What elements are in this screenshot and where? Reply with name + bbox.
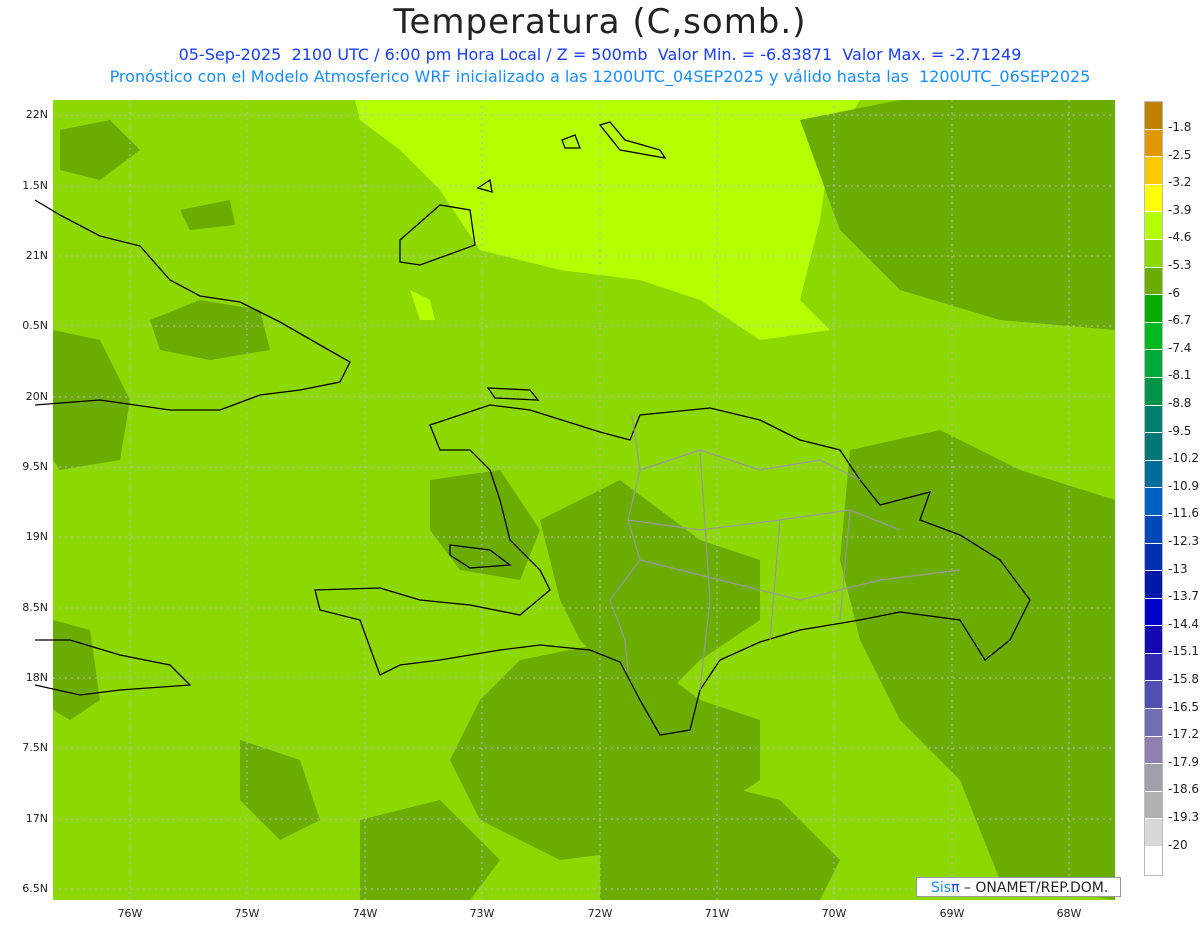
- colorbar-label: -15.1: [1168, 644, 1200, 659]
- colorbar-bin: [1145, 488, 1162, 516]
- lon-label: 73W: [469, 907, 495, 920]
- lon-label: 69W: [939, 907, 965, 920]
- colorbar-bin: [1145, 681, 1162, 710]
- lat-label: 0.5N: [22, 319, 48, 332]
- colorbar-label: -13: [1168, 561, 1188, 576]
- colorbar-bin: [1145, 295, 1162, 323]
- lat-label: 19N: [25, 530, 48, 543]
- colorbar-label: -16.5: [1168, 699, 1200, 714]
- colorbar-bin: [1145, 515, 1162, 544]
- lon-label: 72W: [587, 907, 613, 920]
- lat-label: 22N: [25, 108, 48, 121]
- colorbar-label: -10.9: [1168, 478, 1200, 493]
- colorbar-bin: [1145, 598, 1162, 627]
- colorbar-label: -15.8: [1168, 672, 1200, 686]
- colorbar-bin: [1145, 184, 1162, 213]
- colorbar-label: -11.6: [1168, 506, 1200, 521]
- colorbar-label: -9.5: [1168, 423, 1192, 438]
- credit-sis: Sis: [931, 880, 952, 896]
- colorbar-label: -1.8: [1168, 120, 1192, 134]
- colorbar-label: -20: [1168, 837, 1188, 852]
- colorbar-bin: [1145, 736, 1162, 765]
- colorbar-bin: [1145, 709, 1162, 737]
- colorbar-bin: [1145, 460, 1162, 489]
- colorbar-bin: [1145, 350, 1162, 378]
- colorbar-bin: [1145, 543, 1162, 572]
- lat-label: 6.5N: [22, 882, 48, 895]
- colorbar-label: -14.4: [1168, 616, 1200, 631]
- colorbar-label: -8.8: [1168, 396, 1192, 410]
- colorbar-label: -6: [1168, 285, 1180, 300]
- lat-label: 21N: [25, 249, 48, 262]
- colorbar-bin: [1145, 405, 1162, 434]
- colorbar-bin: [1145, 212, 1162, 240]
- lat-label: 18N: [25, 671, 48, 684]
- colorbar-bin: [1145, 433, 1162, 461]
- colorbar-label: -8.1: [1168, 368, 1192, 383]
- colorbar-bin: [1145, 239, 1162, 268]
- colorbar-label: -10.2: [1168, 451, 1200, 466]
- colorbar: [1144, 101, 1163, 876]
- lon-label: 75W: [234, 907, 260, 920]
- colorbar-bin: [1145, 157, 1162, 185]
- colorbar-bin: [1145, 791, 1162, 820]
- colorbar-label: -3.2: [1168, 175, 1192, 190]
- colorbar-bin: [1145, 571, 1162, 599]
- lat-label: 8.5N: [22, 601, 48, 614]
- lon-label: 68W: [1056, 907, 1082, 920]
- lat-label: 1.5N: [22, 179, 48, 192]
- colorbar-label: -7.4: [1168, 340, 1192, 355]
- lat-label: 17N: [25, 812, 48, 825]
- colorbar-bin: [1145, 377, 1162, 406]
- colorbar-label: -18.6: [1168, 782, 1200, 797]
- colorbar-label: -19.3: [1168, 810, 1200, 824]
- colorbar-label: -6.7: [1168, 313, 1192, 328]
- temperature-map: [34, 100, 1115, 900]
- lon-label: 70W: [821, 907, 847, 920]
- colorbar-label: -4.6: [1168, 230, 1192, 245]
- colorbar-bin: [1145, 102, 1162, 130]
- colorbar-bin: [1145, 764, 1162, 792]
- lon-label: 71W: [704, 907, 730, 920]
- colorbar-label: -13.7: [1168, 589, 1200, 604]
- lon-label: 74W: [352, 907, 378, 920]
- colorbar-bin: [1145, 129, 1162, 158]
- credit-org: – ONAMET/REP.DOM.: [959, 880, 1109, 896]
- colorbar-bin: [1145, 819, 1162, 848]
- lat-label: 20N: [25, 390, 48, 403]
- colorbar-label: -17.9: [1168, 754, 1200, 769]
- colorbar-label: -17.2: [1168, 727, 1200, 742]
- lat-label: 7.5N: [22, 741, 48, 754]
- colorbar-label: -5.3: [1168, 258, 1192, 272]
- colorbar-bin: [1145, 847, 1162, 875]
- colorbar-label: -3.9: [1168, 202, 1192, 217]
- lat-label: 9.5N: [22, 460, 48, 473]
- credit-box: Sisπ – ONAMET/REP.DOM.: [916, 877, 1121, 897]
- colorbar-label: -12.3: [1168, 534, 1200, 548]
- colorbar-bin: [1145, 267, 1162, 296]
- colorbar-bin: [1145, 653, 1162, 682]
- colorbar-bin: [1145, 322, 1162, 351]
- colorbar-bin: [1145, 626, 1162, 654]
- credit-pi: π: [951, 880, 960, 896]
- lon-label: 76W: [117, 907, 143, 920]
- colorbar-label: -2.5: [1168, 147, 1192, 162]
